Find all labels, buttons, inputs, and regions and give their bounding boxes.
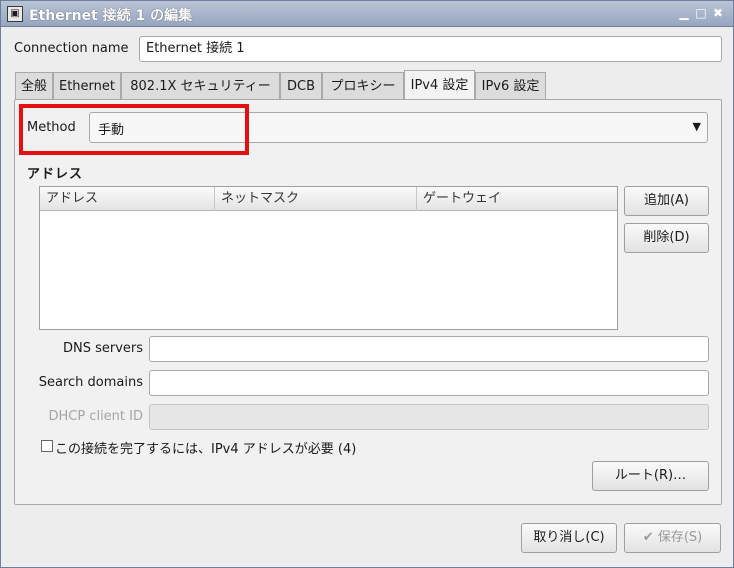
connection-name-input[interactable]: Ethernet 接続 1 [139,36,722,62]
routes-button[interactable]: ルート(R)… [592,461,709,491]
terminal-icon[interactable]: ▣ [7,6,23,22]
checkmark-icon: ✔ [642,530,654,545]
tab-ethernet[interactable]: Ethernet [53,72,121,100]
delete-address-button[interactable]: 削除(D) [624,223,709,253]
address-heading: アドレス [27,167,84,182]
connection-name-label: Connection name [14,41,129,56]
tab-proxy[interactable]: プロキシー [322,72,404,100]
maximize-icon[interactable]: □ [694,6,708,20]
dhcp-client-id-input [149,404,709,430]
tab-dcb[interactable]: DCB [280,72,322,100]
cancel-button[interactable]: 取り消し(C) [521,523,617,553]
close-icon[interactable]: ✖ [711,6,725,20]
chevron-down-icon: ▼ [692,120,701,133]
address-table-header: アドレス ネットマスク ゲートウェイ [40,187,617,211]
search-domains-label: Search domains [38,375,143,390]
address-table[interactable]: アドレス ネットマスク ゲートウェイ [39,186,618,330]
highlight-box [19,104,249,155]
save-button[interactable]: ✔ 保存(S) [624,523,721,553]
connection-editor-window: ▣ Ethernet 接続 1 の編集 ▁ □ ✖ Connection nam… [0,0,734,568]
tab-8021x-security[interactable]: 802.1X セキュリティー [121,72,280,100]
column-netmask[interactable]: ネットマスク [215,187,417,211]
tab-ipv4-settings[interactable]: IPv4 設定 [404,70,475,100]
require-ipv4-label[interactable]: この接続を完了するには、IPv4 アドレスが必要 (4) [55,438,356,457]
add-address-button[interactable]: 追加(A) [624,186,709,216]
column-gateway[interactable]: ゲートウェイ [417,187,617,211]
dhcp-client-id-label: DHCP client ID [48,409,143,424]
column-address[interactable]: アドレス [40,187,215,211]
dns-servers-input[interactable] [149,336,709,362]
window-title: Ethernet 接続 1 の編集 [29,8,193,24]
dns-servers-label: DNS servers [62,341,143,356]
tab-ipv6-settings[interactable]: IPv6 設定 [475,72,546,100]
minimize-icon[interactable]: ▁ [677,6,691,20]
search-domains-input[interactable] [149,370,709,396]
save-button-label: 保存(S) [657,530,703,545]
tab-general[interactable]: 全般 [15,72,53,100]
title-bar[interactable]: ▣ Ethernet 接続 1 の編集 ▁ □ ✖ [1,1,733,27]
require-ipv4-checkbox[interactable] [41,440,53,452]
